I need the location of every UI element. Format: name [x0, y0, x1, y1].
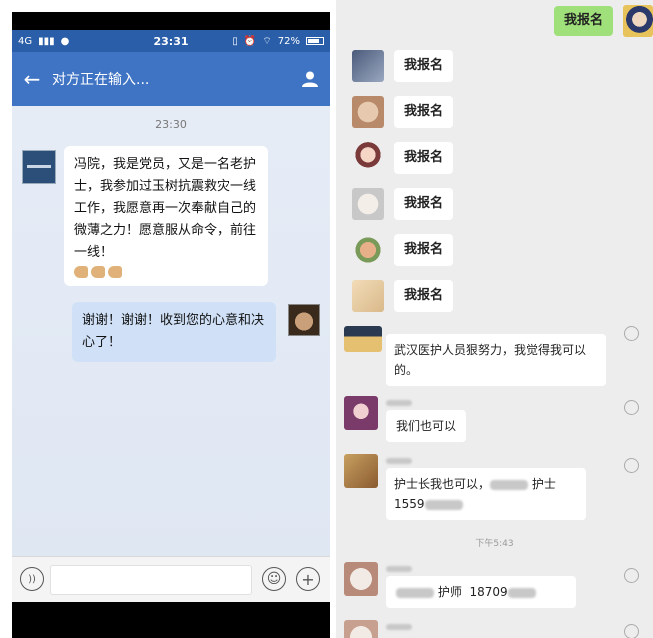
select-circle[interactable] — [624, 458, 639, 473]
contact-profile-button[interactable] — [290, 70, 330, 88]
select-circle[interactable] — [624, 326, 639, 341]
plus-icon[interactable]: + — [296, 567, 320, 591]
message-bubble[interactable]: 我报名 — [394, 280, 454, 312]
redacted-text — [507, 587, 536, 598]
emoji-icon[interactable]: ☺ — [262, 567, 286, 591]
select-circle[interactable] — [624, 400, 639, 415]
wifi-icon: ⌔ — [262, 35, 272, 47]
signal-icon: ▮▮▮ — [38, 35, 55, 47]
message-list: 23:30 冯院，我是党员，又是一名老护士，我参加过玉树抗震救灾一线工作，我愿意… — [12, 106, 330, 556]
outgoing-message-bubble[interactable]: 谢谢！谢谢！收到您的心意和决心了！ — [72, 302, 276, 362]
member-avatar[interactable] — [352, 50, 384, 82]
person-icon — [302, 71, 318, 87]
battery-icon — [306, 37, 324, 45]
message-bubble[interactable]: 我报名 — [394, 142, 454, 174]
self-avatar[interactable] — [288, 304, 320, 336]
voice-input-icon[interactable]: )) — [20, 567, 44, 591]
message-bubble[interactable]: 我报名 — [394, 188, 454, 220]
wechat-icon: ● — [60, 35, 70, 47]
member-avatar[interactable] — [352, 96, 384, 128]
back-arrow-icon[interactable]: ← — [12, 67, 52, 91]
outgoing-message-bubble[interactable]: 我报名 — [554, 6, 614, 36]
member-avatar[interactable] — [344, 562, 378, 596]
message-bubble[interactable]: 武汉医护人员狠努力，我觉得我可以的。 — [386, 334, 606, 386]
member-avatar[interactable] — [352, 142, 384, 174]
phone-bottom-bezel — [12, 602, 330, 638]
incoming-message-bubble[interactable]: 冯院，我是党员，又是一名老护士，我参加过玉树抗震救灾一线工作，我愿意再一次奉献自… — [64, 146, 268, 286]
member-avatar[interactable] — [344, 454, 378, 488]
chat-title: 对方正在输入... — [52, 72, 150, 88]
member-avatar[interactable] — [352, 280, 384, 312]
message-bubble[interactable]: 我报名 — [394, 50, 454, 82]
message-bubble[interactable]: 护士长我也可以， 护士 1559 — [386, 468, 586, 520]
redacted-text — [424, 499, 463, 510]
network-indicator: 4G — [18, 35, 33, 47]
message-text: 护士 — [531, 477, 556, 491]
member-avatar[interactable] — [352, 234, 384, 266]
redacted-text — [396, 587, 434, 598]
alarm-icon: ⏰ — [243, 35, 257, 47]
message-input[interactable] — [50, 565, 252, 595]
vibrate-icon: ▯ — [232, 35, 238, 47]
message-timestamp: 23:30 — [155, 118, 187, 131]
member-avatar[interactable] — [344, 396, 378, 430]
select-circle[interactable] — [624, 624, 639, 638]
select-circle[interactable] — [624, 568, 639, 583]
chat-header: ← 对方正在输入... — [12, 52, 330, 106]
member-name-blurred — [386, 398, 412, 407]
time-divider: 下午5:43 — [475, 539, 514, 549]
status-time: 23:31 — [153, 34, 189, 48]
message-text: 护士长我也可以， — [394, 477, 491, 491]
self-avatar[interactable] — [623, 5, 653, 37]
chat-input-bar: )) ☺ + — [12, 556, 330, 602]
message-bubble[interactable]: 我报名 — [394, 96, 454, 128]
message-text: 谢谢！谢谢！收到您的心意和决心了！ — [82, 313, 265, 350]
sender-avatar[interactable] — [22, 150, 56, 184]
redacted-text — [490, 479, 529, 490]
message-text: 18709 — [469, 585, 508, 599]
message-text: 1559 — [394, 497, 425, 511]
left-phone-screenshot: 4G ▮▮▮ ● 23:31 ▯ ⏰ ⌔ 72% ← 对方正在输入... 23:… — [12, 12, 330, 638]
status-bar: 4G ▮▮▮ ● 23:31 ▯ ⏰ ⌔ 72% — [12, 30, 330, 52]
member-name-blurred — [386, 564, 412, 573]
message-bubble[interactable]: 护师 18709 — [386, 576, 576, 608]
message-text: 冯院，我是党员，又是一名老护士，我参加过玉树抗震救灾一线工作，我愿意再一次奉献自… — [74, 157, 257, 260]
member-name-blurred — [386, 622, 412, 631]
message-text: 护师 — [437, 585, 462, 599]
message-bubble[interactable]: 我们也可以 — [386, 410, 467, 442]
flexed-biceps-emoji-icon — [74, 266, 258, 278]
battery-percent: 72% — [277, 35, 300, 47]
message-bubble[interactable]: 我报名 — [394, 234, 454, 266]
member-avatar[interactable] — [344, 326, 382, 352]
member-avatar[interactable] — [352, 188, 384, 220]
right-group-chat-screenshot: 我报名 我报名 我报名 我报名 我报名 我报名 我报名 武汉医护人员狠努力，我觉… — [336, 0, 653, 638]
member-avatar[interactable] — [344, 620, 378, 638]
member-name-blurred — [386, 456, 412, 465]
